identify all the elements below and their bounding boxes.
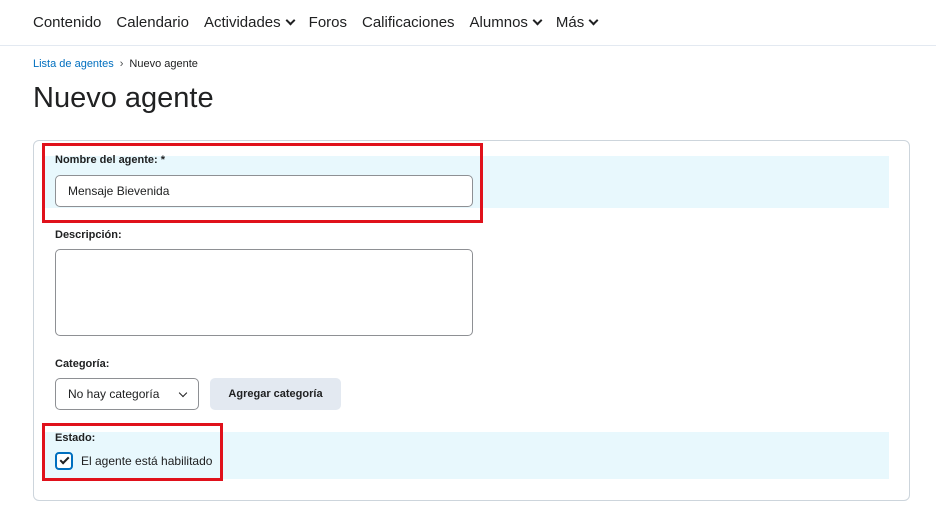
- nav-item-label: Foros: [308, 14, 347, 31]
- chevron-down-icon: [532, 15, 543, 26]
- nav-item-label: Contenido: [33, 14, 102, 31]
- nav-item-label: Alumnos: [469, 14, 528, 31]
- nav-item-label: Actividades: [203, 14, 281, 31]
- description-label: Descripción:: [55, 229, 122, 241]
- breadcrumb-current: Nuevo agente: [129, 58, 198, 70]
- add-category-button[interactable]: Agregar categoría: [210, 378, 341, 410]
- category-label: Categoría:: [55, 358, 110, 370]
- course-navbar: Contenido Calendario Actividades Foros C…: [0, 0, 936, 46]
- nav-item-calificaciones[interactable]: Calificaciones: [362, 14, 455, 31]
- agent-enabled-label: El agente está habilitado: [81, 454, 213, 468]
- status-label: Estado:: [55, 432, 96, 444]
- page-title: Nuevo agente: [33, 82, 214, 114]
- agent-name-value: Mensaje Bievenida: [68, 184, 170, 198]
- breadcrumb-separator-icon: ›: [119, 58, 124, 70]
- breadcrumb-link-agent-list[interactable]: Lista de agentes: [33, 58, 114, 70]
- agent-enabled-checkbox[interactable]: [55, 452, 73, 470]
- nav-item-actividades[interactable]: Actividades: [203, 14, 296, 31]
- chevron-down-icon: [588, 15, 599, 26]
- breadcrumb: Lista de agentes › Nuevo agente: [33, 58, 198, 70]
- category-select[interactable]: No hay categoría: [55, 378, 199, 410]
- chevron-down-icon: [285, 15, 296, 26]
- agent-name-input[interactable]: Mensaje Bievenida: [55, 175, 473, 207]
- category-selected-value: No hay categoría: [68, 387, 160, 401]
- nav-item-label: Calendario: [116, 14, 189, 31]
- nav-item-alumnos[interactable]: Alumnos: [469, 14, 543, 31]
- nav-item-label: Más: [555, 14, 585, 31]
- description-textarea[interactable]: [55, 249, 473, 336]
- nav-item-foros[interactable]: Foros: [309, 14, 347, 31]
- checkmark-icon: [59, 454, 69, 465]
- nav-item-label: Calificaciones: [362, 14, 455, 31]
- nav-item-mas[interactable]: Más: [555, 14, 599, 31]
- agent-form-card: Nombre del agente: * Mensaje Bievenida D…: [33, 140, 910, 501]
- nav-item-contenido[interactable]: Contenido: [33, 14, 101, 31]
- chevron-down-icon: [178, 388, 188, 397]
- agent-name-label: Nombre del agente: *: [55, 154, 166, 166]
- nav-item-calendario[interactable]: Calendario: [116, 14, 189, 31]
